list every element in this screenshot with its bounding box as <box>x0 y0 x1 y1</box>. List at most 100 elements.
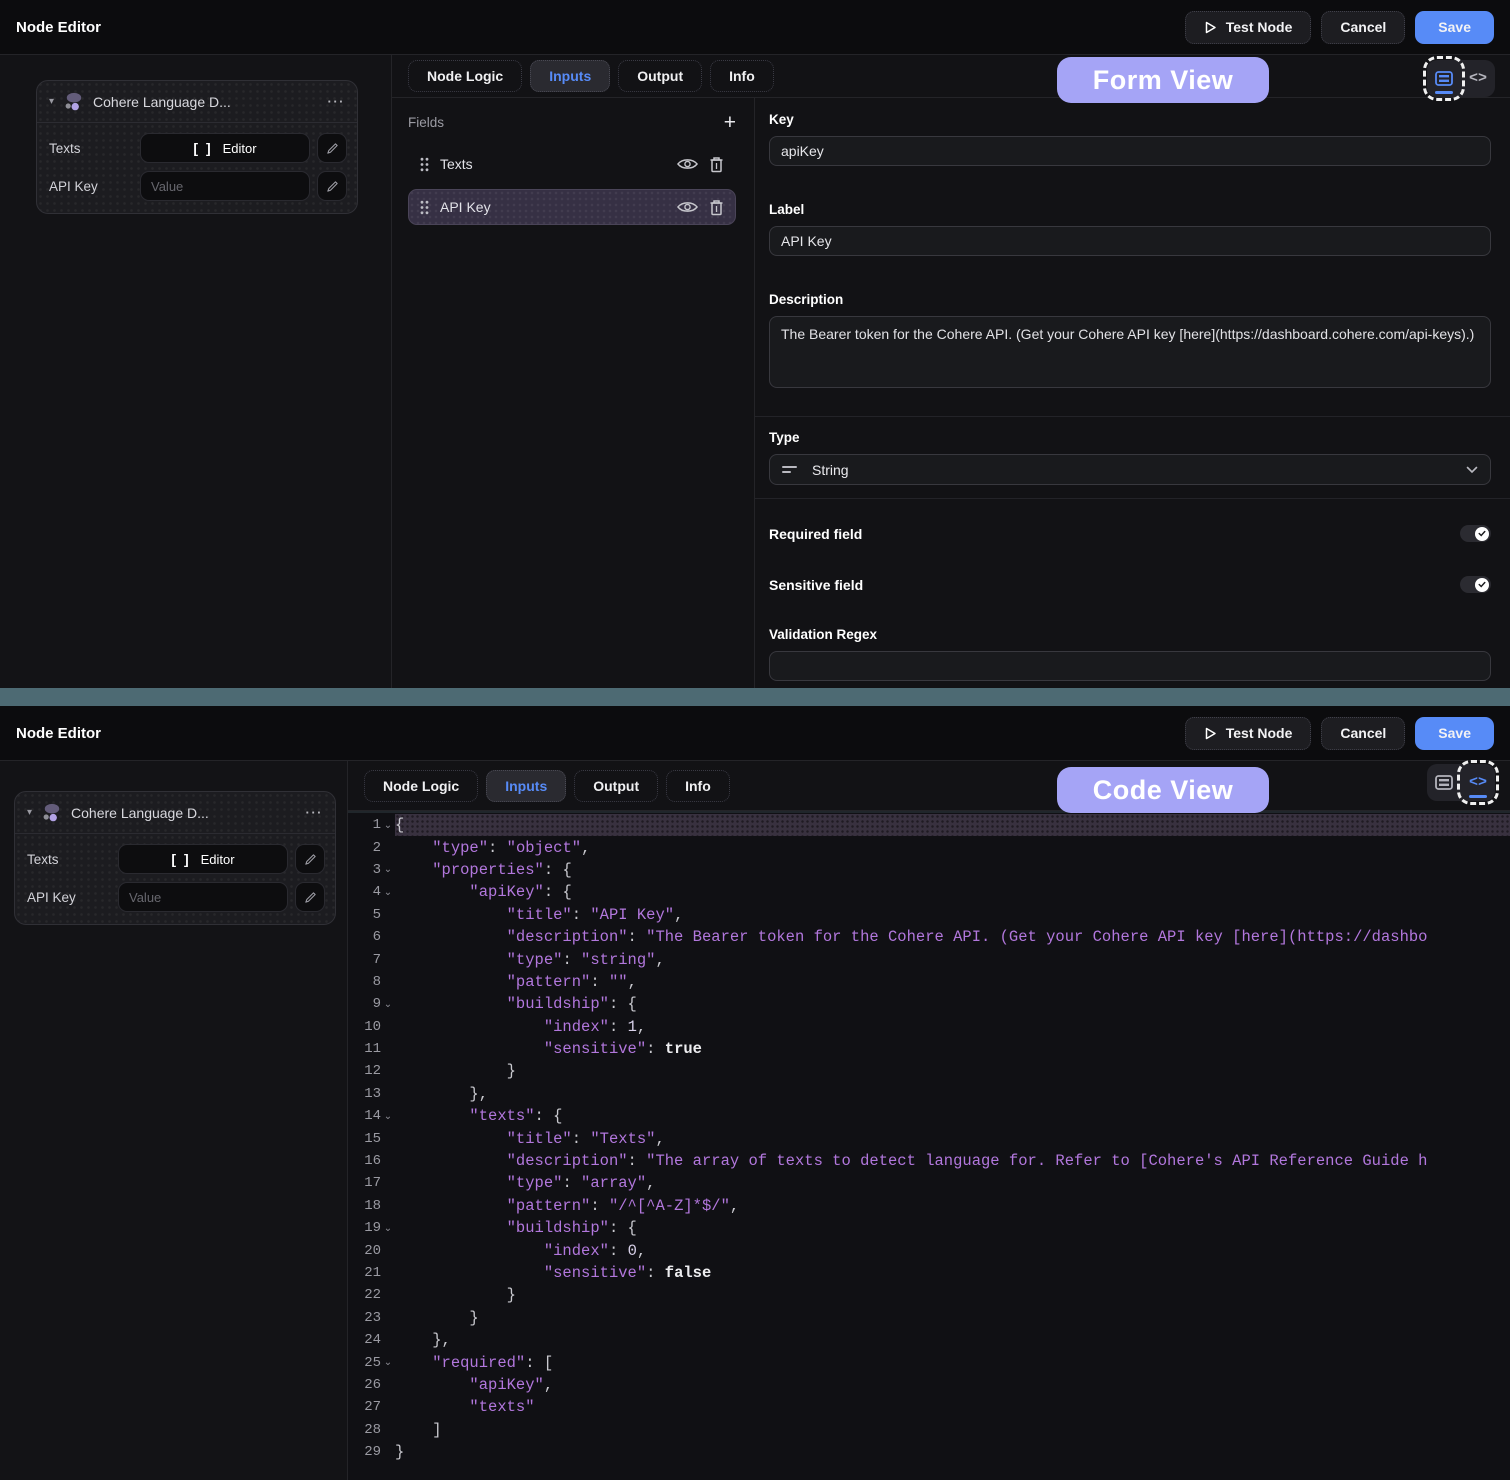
code-line-24[interactable]: 24 }, <box>348 1329 1510 1351</box>
tab-output[interactable]: Output <box>574 770 658 802</box>
label-input[interactable] <box>769 226 1491 256</box>
code-line-15[interactable]: 15 "title": "Texts", <box>348 1127 1510 1149</box>
code-line-22[interactable]: 22 } <box>348 1284 1510 1306</box>
code-line-4[interactable]: 4⌄ "apiKey": { <box>348 881 1510 903</box>
type-group: Type String <box>769 430 1491 485</box>
code-line-9[interactable]: 9⌄ "buildship": { <box>348 993 1510 1015</box>
edit-pencil-button[interactable] <box>317 133 347 163</box>
collapse-chevron-icon[interactable]: ▾ <box>49 96 54 107</box>
tab-node-logic[interactable]: Node Logic <box>364 770 478 802</box>
test-node-button[interactable]: Test Node <box>1185 11 1312 44</box>
code-line-1[interactable]: 1⌄{ <box>348 814 1510 836</box>
collapse-chevron-icon[interactable]: ▾ <box>27 807 32 818</box>
code-line-11[interactable]: 11 "sensitive": true <box>348 1038 1510 1060</box>
line-number: 26 <box>364 1377 381 1393</box>
form-view-toggle-button[interactable] <box>1427 60 1461 97</box>
edit-pencil-button[interactable] <box>295 882 325 912</box>
node-editor-app: { "header": { "title": "Node Editor", "t… <box>0 0 1510 1480</box>
code-line-16[interactable]: 16 "description": "The array of texts to… <box>348 1150 1510 1172</box>
line-number: 22 <box>364 1287 381 1303</box>
code-line-25[interactable]: 25⌄ "required": [ <box>348 1351 1510 1373</box>
node-card[interactable]: ▾ Cohere Language D... ··· Texts <box>36 80 358 214</box>
key-group: Key <box>769 112 1491 166</box>
code-line-27[interactable]: 27 "texts" <box>348 1396 1510 1418</box>
tab-inputs[interactable]: Inputs <box>530 60 610 92</box>
description-textarea[interactable]: The Bearer token for the Cohere API. (Ge… <box>769 316 1491 388</box>
form-view-toggle-button[interactable] <box>1427 764 1461 801</box>
more-options-icon[interactable]: ··· <box>328 94 346 109</box>
field-row-api-key[interactable]: API Key <box>408 189 736 225</box>
key-input[interactable] <box>769 136 1491 166</box>
texts-editor-button[interactable]: [ ] Editor <box>140 133 310 163</box>
code-line-28[interactable]: 28 ] <box>348 1419 1510 1441</box>
save-button[interactable]: Save <box>1415 11 1494 44</box>
visibility-eye-icon[interactable] <box>677 157 698 171</box>
delete-trash-icon[interactable] <box>709 156 724 173</box>
code-line-8[interactable]: 8 "pattern": "", <box>348 971 1510 993</box>
tab-output[interactable]: Output <box>618 60 702 92</box>
code-line-19[interactable]: 19⌄ "buildship": { <box>348 1217 1510 1239</box>
code-text: "texts": { <box>395 1105 1510 1127</box>
code-line-26[interactable]: 26 "apiKey", <box>348 1374 1510 1396</box>
more-options-icon[interactable]: ··· <box>306 805 324 820</box>
add-field-button[interactable]: + <box>724 112 736 133</box>
sensitive-field-row: Sensitive field <box>769 576 1491 593</box>
tab-info[interactable]: Info <box>666 770 730 802</box>
apikey-value-input[interactable] <box>118 882 288 912</box>
code-line-6[interactable]: 6 "description": "The Bearer token for t… <box>348 926 1510 948</box>
edit-pencil-button[interactable] <box>295 844 325 874</box>
cancel-button[interactable]: Cancel <box>1321 11 1405 44</box>
texts-editor-button[interactable]: [ ] Editor <box>118 844 288 874</box>
code-line-23[interactable]: 23 } <box>348 1307 1510 1329</box>
fold-chevron-icon[interactable]: ⌄ <box>381 864 395 875</box>
required-toggle[interactable] <box>1460 525 1491 542</box>
code-line-12[interactable]: 12 } <box>348 1060 1510 1082</box>
type-select[interactable]: String <box>769 454 1491 485</box>
section-split-divider[interactable] <box>0 688 1510 706</box>
fold-chevron-icon[interactable]: ⌄ <box>381 887 395 898</box>
tab-node-logic[interactable]: Node Logic <box>408 60 522 92</box>
fold-chevron-icon[interactable]: ⌄ <box>381 1111 395 1122</box>
code-line-17[interactable]: 17 "type": "array", <box>348 1172 1510 1194</box>
code-line-20[interactable]: 20 "index": 0, <box>348 1239 1510 1261</box>
tab-inputs[interactable]: Inputs <box>486 770 566 802</box>
visibility-eye-icon[interactable] <box>677 200 698 214</box>
drag-handle-icon[interactable] <box>420 157 429 172</box>
fold-chevron-icon[interactable]: ⌄ <box>381 999 395 1010</box>
code-line-29[interactable]: 29} <box>348 1441 1510 1463</box>
field-config-form: Key Label Description The Bearer token f… <box>755 98 1510 688</box>
field-label: API Key <box>440 199 666 215</box>
code-view-toggle-button[interactable]: <> <box>1461 60 1495 97</box>
json-code-editor[interactable]: 1⌄{2 "type": "object",3⌄ "properties": {… <box>348 811 1510 1480</box>
code-text: "apiKey", <box>395 1374 1510 1396</box>
code-line-5[interactable]: 5 "title": "API Key", <box>348 904 1510 926</box>
apikey-value-input[interactable] <box>140 171 310 201</box>
fold-chevron-icon[interactable]: ⌄ <box>381 1223 395 1234</box>
cancel-button[interactable]: Cancel <box>1321 717 1405 750</box>
code-line-18[interactable]: 18 "pattern": "/^[^A-Z]*$/", <box>348 1195 1510 1217</box>
sensitive-toggle[interactable] <box>1460 576 1491 593</box>
code-line-10[interactable]: 10 "index": 1, <box>348 1016 1510 1038</box>
code-line-13[interactable]: 13 }, <box>348 1083 1510 1105</box>
regex-input[interactable] <box>769 651 1491 681</box>
delete-trash-icon[interactable] <box>709 199 724 216</box>
save-button[interactable]: Save <box>1415 717 1494 750</box>
code-line-3[interactable]: 3⌄ "properties": { <box>348 859 1510 881</box>
field-row-texts[interactable]: Texts <box>408 146 736 182</box>
edit-pencil-button[interactable] <box>317 171 347 201</box>
test-node-button[interactable]: Test Node <box>1185 717 1312 750</box>
code-text: "type": "object", <box>395 836 1510 858</box>
code-line-14[interactable]: 14⌄ "texts": { <box>348 1105 1510 1127</box>
fold-chevron-icon[interactable]: ⌄ <box>381 820 395 831</box>
code-line-2[interactable]: 2 "type": "object", <box>348 836 1510 858</box>
drag-handle-icon[interactable] <box>420 200 429 215</box>
fold-chevron-icon[interactable]: ⌄ <box>381 1357 395 1368</box>
tab-info[interactable]: Info <box>710 60 774 92</box>
code-line-7[interactable]: 7 "type": "string", <box>348 948 1510 970</box>
line-gutter: 27 <box>348 1399 395 1415</box>
section-divider <box>755 498 1510 499</box>
code-line-21[interactable]: 21 "sensitive": false <box>348 1262 1510 1284</box>
node-card[interactable]: ▾ Cohere Language D... ··· Texts <box>14 791 336 925</box>
node-card-header: ▾ Cohere Language D... ··· <box>37 81 357 123</box>
code-view-toggle-button[interactable]: <> <box>1461 764 1495 801</box>
